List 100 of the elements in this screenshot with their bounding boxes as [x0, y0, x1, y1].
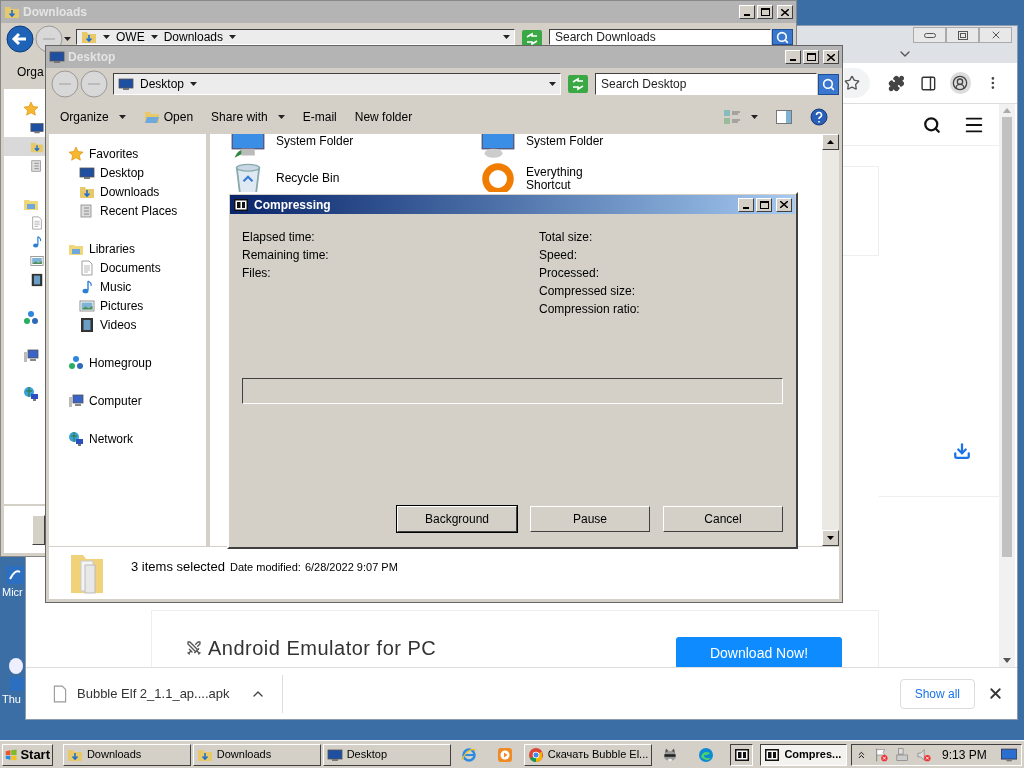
close-icon[interactable]: [987, 685, 1004, 702]
minimize-icon: [790, 59, 796, 61]
search-icon[interactable]: [923, 115, 941, 134]
close-button[interactable]: [979, 27, 1012, 43]
media-player-icon: [496, 746, 513, 763]
date-modified-label: Date modified:: [229, 560, 301, 575]
nav-item[interactable]: Pictures: [49, 296, 206, 315]
dialog-button[interactable]: Background: [397, 506, 517, 532]
date-modified-value: 6/28/2022 9:07 PM: [304, 560, 398, 575]
nav-item[interactable]: Computer: [49, 391, 206, 410]
nav-item[interactable]: Recent Places: [49, 201, 206, 220]
show-desktop-icon[interactable]: [1000, 747, 1017, 762]
maximize-button[interactable]: [757, 5, 773, 19]
nav-item[interactable]: Favorites: [49, 144, 206, 163]
restore-button[interactable]: [946, 27, 979, 43]
dialog-title: Compressing: [254, 196, 331, 214]
close-icon: [781, 8, 789, 16]
swirl-browser-icon: [697, 746, 714, 763]
maximize-button[interactable]: [803, 50, 819, 64]
star-icon: [23, 100, 39, 117]
bookmark-star-icon[interactable]: [844, 75, 860, 91]
minimize-button[interactable]: [913, 27, 946, 43]
flag-error-icon[interactable]: [873, 746, 889, 763]
side-panel-icon[interactable]: [919, 74, 937, 92]
stat-label: Total size:: [539, 229, 594, 246]
taskbar-button[interactable]: Desktop: [322, 743, 451, 766]
refresh-icon[interactable]: [568, 75, 588, 93]
minimize-icon: [744, 14, 750, 16]
scroll-up-icon: [1003, 108, 1011, 113]
taskbar-button[interactable]: Скачать Bubble El...: [523, 743, 652, 766]
file-label: System Folder: [526, 135, 604, 148]
toolbar-button[interactable]: Open: [143, 108, 194, 126]
breadcrumb-caret-icon: [190, 82, 198, 86]
start-button[interactable]: Start: [2, 743, 53, 766]
search-field[interactable]: Search Desktop: [595, 73, 817, 95]
nav-item[interactable]: Documents: [49, 258, 206, 277]
monitor-icon: [49, 49, 65, 65]
nav-item[interactable]: Videos: [49, 315, 206, 334]
toolbar-button[interactable]: E-mail: [302, 108, 337, 126]
download-filename[interactable]: Bubble Elf 2_1.1_ap....apk: [77, 683, 230, 704]
dialog-button[interactable]: Pause: [530, 506, 650, 532]
help-icon[interactable]: [810, 108, 828, 126]
preview-pane-icon[interactable]: [776, 109, 792, 125]
toolbar-item[interactable]: Orga: [17, 63, 44, 81]
nav-item[interactable]: Libraries: [49, 239, 206, 258]
archive-app-icon: [233, 196, 249, 213]
search-field[interactable]: Search Downloads: [549, 29, 771, 45]
dropdown-caret-icon: [751, 115, 758, 119]
scrollbar[interactable]: [999, 104, 1015, 667]
download-icon[interactable]: [953, 442, 971, 460]
file-item[interactable]: System Folder: [230, 134, 480, 160]
search-button[interactable]: [818, 73, 839, 95]
selection-summary: 3 items selected: [131, 558, 225, 576]
taskbar-button[interactable]: Compres...: [760, 743, 847, 766]
raccoon-icon: [662, 746, 679, 763]
toolbar-button[interactable]: New folder: [354, 108, 413, 126]
breadcrumb-caret-icon: [150, 35, 158, 39]
file-item[interactable]: System Folder: [480, 134, 730, 160]
nav-item[interactable]: Desktop: [49, 163, 206, 182]
address-bar[interactable]: OWE Downloads: [76, 29, 515, 45]
maximize-button[interactable]: [756, 197, 772, 212]
search-button[interactable]: [772, 29, 793, 45]
archive-app-icon: [764, 746, 781, 763]
dialog-button[interactable]: Cancel: [663, 506, 783, 532]
stat-label: Compressed size:: [539, 283, 637, 300]
network-monitor-icon: [480, 134, 516, 160]
volume-muted-icon[interactable]: [916, 746, 932, 763]
stat-label: Elapsed time:: [242, 229, 316, 246]
browser-e-icon: [461, 746, 478, 763]
address-bar[interactable]: [844, 68, 870, 98]
clock[interactable]: 9:13 PM: [942, 745, 987, 764]
monitor-icon: [118, 76, 134, 92]
pane-handle[interactable]: [32, 514, 45, 545]
stat-label: Remaining time:: [242, 247, 330, 264]
toolbar-button[interactable]: Organize: [60, 108, 126, 126]
puzzle-icon[interactable]: [888, 74, 905, 92]
back-button[interactable]: [6, 25, 34, 53]
nav-item[interactable]: Homegroup: [49, 353, 206, 372]
profile-avatar[interactable]: [949, 72, 972, 94]
search-icon: [776, 30, 789, 44]
breadcrumb-item[interactable]: Downloads: [163, 30, 224, 44]
show-all-button[interactable]: Show all: [899, 678, 975, 709]
breadcrumb-item[interactable]: OWE: [116, 30, 145, 44]
taskbar-button[interactable]: Downloads: [62, 743, 191, 766]
nav-item[interactable]: Downloads: [49, 182, 206, 201]
address-bar[interactable]: Desktop: [113, 73, 561, 95]
toolbar-button[interactable]: Share with: [211, 108, 285, 126]
nav-item[interactable]: Music: [49, 277, 206, 296]
computer-icon: [23, 347, 39, 364]
recent-places-icon: [30, 158, 44, 173]
file-icon: [51, 684, 69, 703]
film-icon: [30, 272, 44, 287]
scrollbar[interactable]: [822, 134, 839, 546]
dropdown-caret-icon: [64, 37, 71, 41]
star-icon: [68, 145, 84, 162]
network-icon: [23, 385, 39, 402]
homegroup-icon: [23, 309, 39, 326]
breadcrumb-caret-icon: [229, 35, 237, 39]
nav-item[interactable]: Network: [49, 429, 206, 448]
taskbar-button[interactable]: Downloads: [192, 743, 321, 766]
